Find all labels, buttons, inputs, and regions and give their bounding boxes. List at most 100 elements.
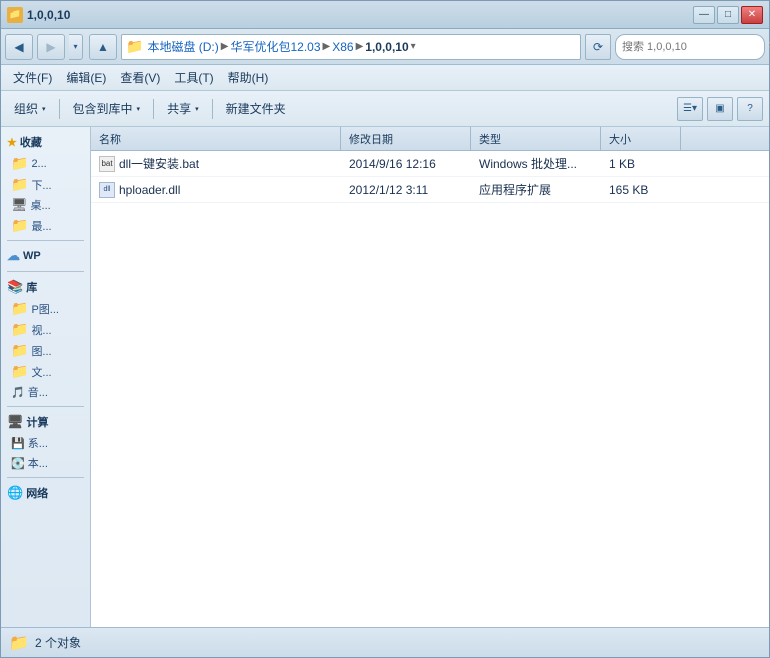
sidebar-item-fav-3[interactable]: 📁 最... (3, 215, 88, 236)
toolbar-share-label: 共享 (167, 100, 191, 117)
breadcrumb-folder-icon: 📁 (126, 38, 143, 55)
folder-icon: 📁 (11, 321, 28, 338)
breadcrumb-sep-2: ▶ (356, 41, 364, 52)
folder-icon: 📁 (11, 155, 28, 172)
breadcrumb-sep-0: ▶ (221, 41, 229, 52)
sidebar-network-label: 网络 (26, 485, 48, 501)
main-content: ★ 收藏 📁 2... 📁 下... 🖥 桌... 📁 最... (1, 127, 769, 627)
col-header-type[interactable]: 类型 (471, 127, 601, 150)
nav-dropdown-button[interactable]: ▾ (69, 34, 83, 60)
sidebar-item-lib-0[interactable]: 📁 P图... (3, 298, 88, 319)
title-controls: — □ ✕ (693, 6, 763, 24)
col-type-label: 类型 (479, 131, 501, 147)
sidebar-item-fav-0[interactable]: 📁 2... (3, 153, 88, 174)
toolbar-new-folder-button[interactable]: 新建文件夹 (219, 96, 293, 121)
sidebar-item-lib-3[interactable]: 📁 文... (3, 361, 88, 382)
file-header: 名称 修改日期 类型 大小 (91, 127, 769, 151)
dll-file-icon: dll (99, 182, 115, 198)
menu-view[interactable]: 查看(V) (114, 67, 166, 88)
col-header-size[interactable]: 大小 (601, 127, 681, 150)
menu-tools[interactable]: 工具(T) (168, 67, 219, 88)
file-area: 名称 修改日期 类型 大小 bat dll一键安装.bat (91, 127, 769, 627)
search-bar: 🔍 (615, 34, 765, 60)
file-date-0: 2014/9/16 12:16 (341, 154, 471, 174)
sidebar-wp-header[interactable]: ☁ WP (3, 245, 88, 267)
sidebar-lib-2-label: 图... (31, 343, 51, 359)
menu-help[interactable]: 帮助(H) (222, 67, 275, 88)
breadcrumb-bar: 📁 本地磁盘 (D:) ▶ 华军优化包12.03 ▶ X86 ▶ 1,0,0,1… (121, 34, 581, 60)
toolbar-organize-label: 组织 (14, 100, 38, 117)
sidebar-lib-1-label: 视... (31, 322, 51, 338)
toolbar-new-folder-label: 新建文件夹 (226, 100, 286, 117)
music-icon: 🎵 (11, 386, 25, 399)
folder-icon: 📁 (11, 342, 28, 359)
sidebar-favorites-label: 收藏 (20, 134, 42, 150)
system-drive-icon: 💾 (11, 437, 25, 450)
toolbar-right: ☰▾ ▣ ? (677, 97, 763, 121)
sidebar-lib-3-label: 文... (31, 364, 51, 380)
breadcrumb-item-3[interactable]: 1,0,0,10 (365, 40, 408, 54)
toolbar: 组织 ▾ 包含到库中 ▾ 共享 ▾ 新建文件夹 ☰▾ ▣ ? (1, 91, 769, 127)
forward-button[interactable]: ▶ (37, 34, 65, 60)
toolbar-include-button[interactable]: 包含到库中 ▾ (66, 96, 148, 121)
sidebar-item-lib-1[interactable]: 📁 视... (3, 319, 88, 340)
bat-file-icon: bat (99, 156, 115, 172)
maximize-button[interactable]: □ (717, 6, 739, 24)
sidebar-item-fav-2[interactable]: 🖥 桌... (3, 195, 88, 215)
toolbar-sep-1 (59, 99, 60, 119)
toolbar-sep-3 (212, 99, 213, 119)
folder-icon: 📁 (11, 217, 28, 234)
menu-file[interactable]: 文件(F) (7, 67, 58, 88)
back-button[interactable]: ◀ (5, 34, 33, 60)
close-button[interactable]: ✕ (741, 6, 763, 24)
sidebar-item-fav-1[interactable]: 📁 下... (3, 174, 88, 195)
breadcrumb-sep-1: ▶ (323, 41, 331, 52)
sidebar-item-lib-2[interactable]: 📁 图... (3, 340, 88, 361)
col-header-name[interactable]: 名称 (91, 127, 341, 150)
up-button[interactable]: ▲ (89, 34, 117, 60)
sidebar-comp-0-label: 系... (28, 435, 48, 451)
desktop-icon: 🖥 (11, 197, 28, 213)
sidebar-computer-header[interactable]: 🖥 计算 (3, 411, 88, 433)
sidebar-section-favorites: ★ 收藏 📁 2... 📁 下... 🖥 桌... 📁 最... (3, 131, 88, 236)
view-options-button[interactable]: ☰▾ (677, 97, 703, 121)
file-type-1: 应用程序扩展 (471, 178, 601, 201)
file-name-label-0: dll一键安装.bat (119, 155, 199, 172)
status-folder-icon: 📁 (9, 633, 29, 653)
sidebar-fav-1-label: 下... (31, 177, 51, 193)
search-input[interactable] (622, 41, 764, 53)
file-name-label-1: hploader.dll (119, 183, 180, 197)
status-count: 2 个对象 (35, 634, 81, 651)
file-type-0: Windows 批处理... (471, 152, 601, 175)
sidebar-wp-label: WP (23, 250, 41, 262)
toolbar-organize-button[interactable]: 组织 ▾ (7, 96, 53, 121)
breadcrumb-item-0[interactable]: 本地磁盘 (D:) (147, 38, 218, 55)
sidebar-network-header[interactable]: 🌐 网络 (3, 482, 88, 504)
cloud-icon: ☁ (7, 248, 20, 264)
breadcrumb-item-2[interactable]: X86 (332, 40, 353, 54)
menu-edit[interactable]: 编辑(E) (60, 67, 112, 88)
sidebar-lib-0-label: P图... (31, 301, 59, 317)
computer-icon: 🖥 (7, 414, 24, 430)
preview-pane-button[interactable]: ▣ (707, 97, 733, 121)
share-dropdown-icon: ▾ (195, 105, 199, 113)
sidebar-library-header[interactable]: 📚 库 (3, 276, 88, 298)
sidebar-favorites-header[interactable]: ★ 收藏 (3, 131, 88, 153)
folder-icon: 📁 (11, 363, 28, 380)
table-row[interactable]: bat dll一键安装.bat 2014/9/16 12:16 Windows … (91, 151, 769, 177)
sidebar: ★ 收藏 📁 2... 📁 下... 🖥 桌... 📁 最... (1, 127, 91, 627)
sidebar-item-comp-1[interactable]: 💽 本... (3, 453, 88, 473)
address-bar-area: ◀ ▶ ▾ ▲ 📁 本地磁盘 (D:) ▶ 华军优化包12.03 ▶ X86 ▶… (1, 29, 769, 65)
breadcrumb-item-1[interactable]: 华军优化包12.03 (230, 38, 320, 55)
toolbar-share-button[interactable]: 共享 ▾ (160, 96, 206, 121)
sidebar-item-comp-0[interactable]: 💾 系... (3, 433, 88, 453)
include-dropdown-icon: ▾ (137, 105, 141, 113)
minimize-button[interactable]: — (693, 6, 715, 24)
table-row[interactable]: dll hploader.dll 2012/1/12 3:11 应用程序扩展 1… (91, 177, 769, 203)
help-button[interactable]: ? (737, 97, 763, 121)
col-header-date[interactable]: 修改日期 (341, 127, 471, 150)
sidebar-item-lib-4[interactable]: 🎵 音... (3, 382, 88, 402)
file-date-1: 2012/1/12 3:11 (341, 180, 471, 200)
sidebar-section-library: 📚 库 📁 P图... 📁 视... 📁 图... 📁 文... (3, 276, 88, 402)
refresh-button[interactable]: ⟳ (585, 34, 611, 60)
